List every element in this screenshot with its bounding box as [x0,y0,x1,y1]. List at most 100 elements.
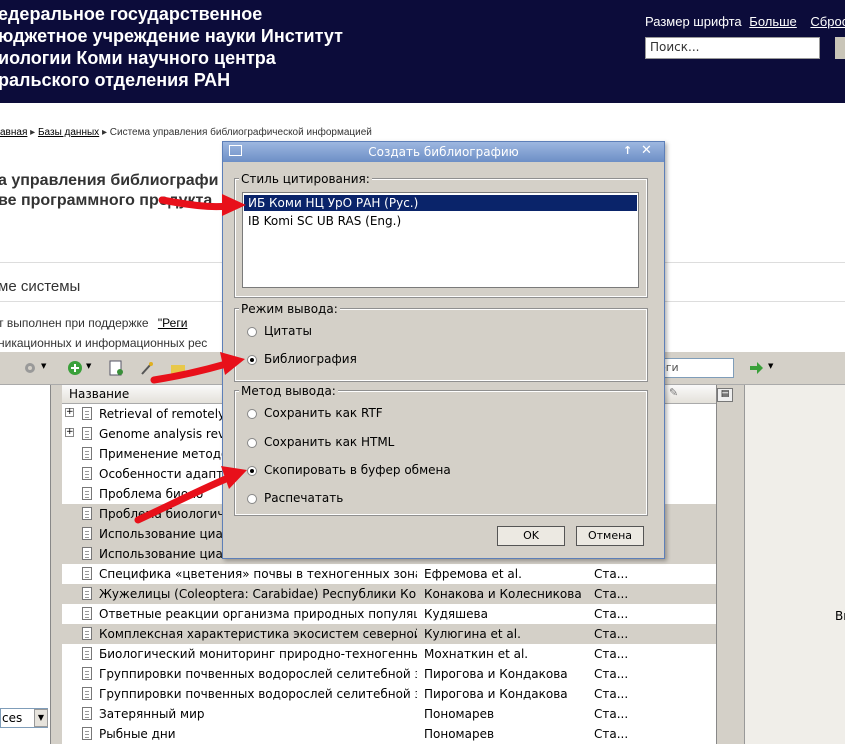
org-name-line-1: едеральное государственное [0,4,263,24]
citation-style-option[interactable]: IB Komi SC UB RAS (Eng.) [244,213,637,229]
output-method-label[interactable]: Распечатать [264,491,343,505]
chevron-down-icon[interactable]: ▼ [86,362,91,370]
column-header-name[interactable]: Название [69,387,129,401]
item-type: Ста... [594,607,629,621]
table-row[interactable]: Комплексная характеристика экосистем сев… [62,624,716,644]
output-method-label[interactable]: Сохранить как RTF [264,406,383,420]
font-reset-link[interactable]: Сброс [810,14,845,29]
citation-style-option[interactable]: ИБ Коми НЦ УрО РАН (Рус.) [244,195,637,211]
output-method-radio[interactable] [247,494,257,504]
output-method-radio[interactable] [247,438,257,448]
item-pane: Вы [744,385,845,744]
attachment-column-icon[interactable]: ✎ [669,386,678,399]
column-picker-icon[interactable]: ▤ [717,388,733,402]
search-button[interactable] [835,37,845,59]
item-creator: Пономарев [424,727,495,741]
org-name-line-4: ральского отделения РАН [0,70,231,90]
table-row[interactable]: Рыбные дни Пономарев Ста... [62,724,716,744]
table-row[interactable]: Биологический мониторинг природно-техног… [62,644,716,664]
document-icon [82,607,92,620]
output-mode-radio[interactable] [247,355,257,365]
item-creator: Ефремова et al. [424,567,522,581]
document-icon [82,627,92,640]
output-mode-label[interactable]: Цитаты [264,324,312,338]
add-icon[interactable] [67,360,83,376]
org-name-line-2: юджетное учреждение науки Институт [0,26,343,46]
output-mode-label[interactable]: Библиография [264,352,357,366]
page-title-line-2: ве программного продукта [0,192,213,209]
item-title: Комплексная характеристика экосистем сев… [99,627,417,641]
table-row[interactable]: Группировки почвенных водорослей селитеб… [62,684,716,704]
section-title: ме системы [0,278,81,295]
chevron-down-icon[interactable]: ▼ [41,362,46,370]
chevron-down-icon[interactable]: ▼ [34,709,48,727]
document-icon [82,507,92,520]
folder-icon[interactable] [170,360,186,376]
item-creator: Пирогова и Кондакова [424,667,568,681]
cancel-button[interactable]: Отмена [576,526,644,546]
search-input[interactable]: Поиск... [645,37,820,59]
breadcrumb: авная ▸ Базы данных ▸ Система управления… [0,127,372,138]
citation-style-legend: Стиль цитирования: [239,172,372,186]
breadcrumb-home[interactable]: авная [0,127,27,138]
chevron-down-icon[interactable]: ▼ [768,362,773,370]
item-creator: Пономарев [424,707,495,721]
wand-icon[interactable] [139,360,155,376]
citation-style-list[interactable]: ИБ Коми НЦ УрО РАН (Рус.) IB Komi SC UB … [242,192,639,288]
gear-icon[interactable] [22,360,38,376]
breadcrumb-databases[interactable]: Базы данных [38,127,99,138]
output-mode-legend: Режим вывода: [239,302,340,316]
breadcrumb-current: Система управления библиографической инф… [109,127,372,138]
output-mode-radio[interactable] [247,327,257,337]
close-icon[interactable]: ✕ [641,143,652,158]
filter-input[interactable]: еги [655,358,734,378]
table-row[interactable]: Ответные реакции организма природных поп… [62,604,716,624]
new-document-icon[interactable] [108,360,124,376]
document-icon [82,407,92,420]
dialog-titlebar[interactable]: Создать библиографию ↑ ✕ [223,142,664,162]
table-row[interactable]: Группировки почвенных водорослей селитеб… [62,664,716,684]
table-row[interactable]: Затерянный мир Пономарев Ста... [62,704,716,724]
document-icon [82,647,92,660]
item-creator: Кудяшева [424,607,488,621]
item-type: Ста... [594,627,629,641]
region-link[interactable]: "Реги [158,316,188,330]
item-creator: Пирогова и Кондакова [424,687,568,701]
output-method-label[interactable]: Сохранить как HTML [264,435,394,449]
item-title: Группировки почвенных водорослей селитеб… [99,667,417,681]
document-icon [82,727,92,740]
item-type: Ста... [594,667,629,681]
expand-icon[interactable]: + [65,408,74,417]
item-creator: Кулюгина et al. [424,627,521,641]
output-method-label[interactable]: Скопировать в буфер обмена [264,463,451,477]
org-name-line-3: иологии Коми научного центра [0,48,276,68]
document-icon [82,547,92,560]
item-pane-text: Вы [835,609,845,623]
document-icon [82,667,92,680]
arrow-right-icon[interactable] [748,360,764,376]
font-size-controls: Размер шрифта Больше Сброс [645,14,845,29]
document-icon [82,487,92,500]
breadcrumb-separator-icon: ▸ [101,127,110,138]
document-icon [82,447,92,460]
expand-icon[interactable]: + [65,428,74,437]
ok-button[interactable]: OK [497,526,565,546]
output-method-legend: Метод вывода: [239,384,338,398]
document-icon [82,427,92,440]
output-method-radio[interactable] [247,409,257,419]
item-type: Ста... [594,647,629,661]
item-title: Биологический мониторинг природно-техног… [99,647,417,661]
output-method-radio[interactable] [247,466,257,476]
item-title: Группировки почвенных водорослей селитеб… [99,687,417,701]
maximize-icon[interactable]: ↑ [623,144,632,157]
font-larger-link[interactable]: Больше [749,14,797,29]
document-icon [82,467,92,480]
table-row[interactable]: Жужелицы (Coleoptera: Carabidae) Республ… [62,584,716,604]
column-picker-panel: ▤ [716,385,745,744]
item-type: Ста... [594,727,629,741]
item-title: Ответные реакции организма природных поп… [99,607,417,621]
table-row[interactable]: Специфика «цветения» почвы в техногенных… [62,564,716,584]
page-text-line-1: т выполнен при поддержке "Реги [0,316,187,330]
font-size-label: Размер шрифта [645,14,742,29]
item-title: Затерянный мир [99,707,205,721]
